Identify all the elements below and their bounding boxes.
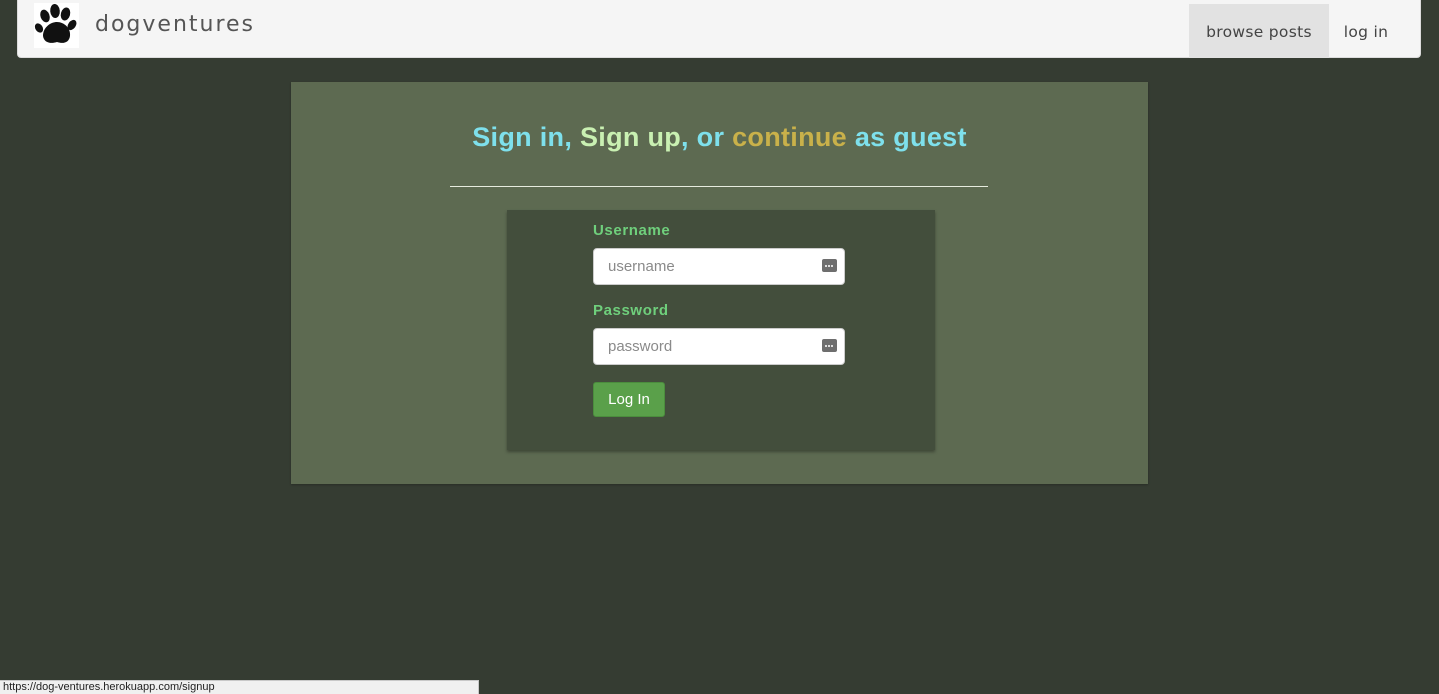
username-input[interactable]: [594, 249, 823, 284]
login-form: Username Password Log In: [507, 210, 935, 450]
username-field-wrapper: [593, 248, 845, 285]
continue-link[interactable]: continue: [732, 122, 847, 152]
brand-name[interactable]: dogventures: [95, 12, 255, 37]
auth-panel: Sign in, Sign up, or continue as guest U…: [291, 82, 1148, 484]
headline-comma: ,: [564, 122, 573, 152]
password-manager-icon[interactable]: [822, 339, 837, 352]
nav-log-in[interactable]: log in: [1330, 4, 1402, 58]
status-bar-url: https://dog-ventures.herokuapp.com/signu…: [0, 680, 479, 694]
top-navbar: dogventures browse posts log in: [17, 0, 1421, 58]
headline-as-guest: as guest: [854, 122, 967, 152]
password-input[interactable]: [594, 329, 823, 364]
auth-headline: Sign in, Sign up, or continue as guest: [291, 122, 1148, 153]
sign-up-link[interactable]: Sign up: [580, 122, 681, 152]
password-field-wrapper: [593, 328, 845, 365]
password-label: Password: [593, 302, 669, 319]
headline-comma: ,: [681, 122, 689, 152]
logo[interactable]: [34, 3, 79, 48]
headline-or: or: [696, 122, 725, 152]
log-in-button[interactable]: Log In: [593, 382, 665, 417]
password-manager-icon[interactable]: [822, 259, 837, 272]
nav-browse-posts[interactable]: browse posts: [1189, 4, 1329, 58]
sign-in-link[interactable]: Sign in: [472, 122, 564, 152]
paw-print-icon: [34, 4, 77, 43]
username-label: Username: [593, 222, 671, 239]
divider: [450, 186, 988, 187]
